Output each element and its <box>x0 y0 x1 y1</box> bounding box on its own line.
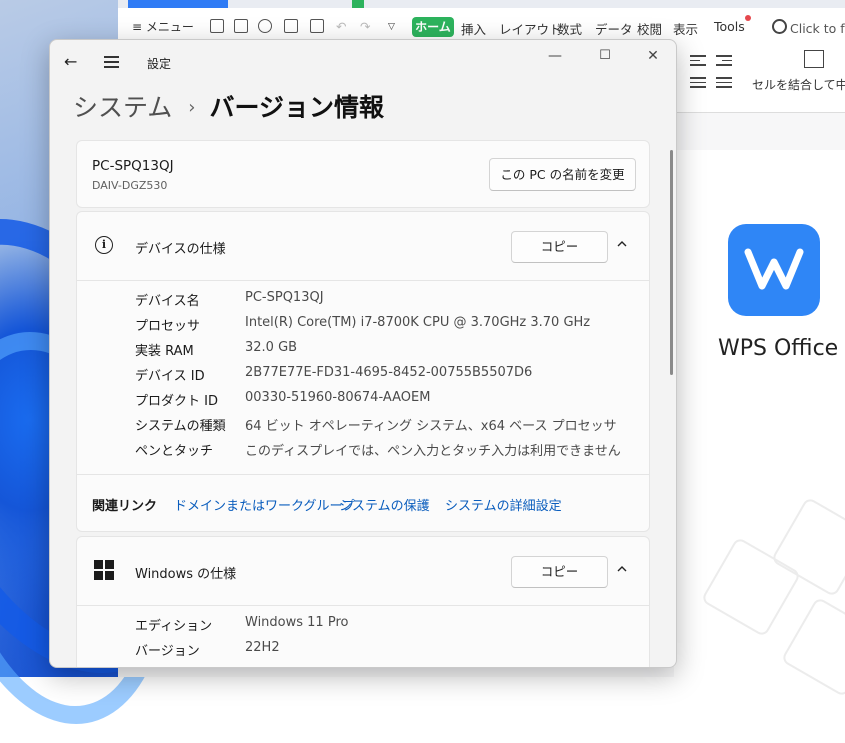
tab-review[interactable]: 校閲 <box>637 19 662 38</box>
notification-dot <box>745 15 751 21</box>
spec-label: プロセッサ <box>135 319 201 334</box>
settings-window[interactable]: ← 設定 — ☐ ✕ システム › バージョン情報 PC-SPQ13QJ DAIV-… <box>49 39 677 668</box>
windows-spec-card: Windows の仕様 コピー エディション Windows 11 Pro バー… <box>76 536 650 667</box>
chevron-up-icon[interactable] <box>617 239 627 249</box>
link-advanced-system-settings[interactable]: システムの詳細設定 <box>445 495 562 514</box>
spec-label: デバイス ID <box>135 369 205 384</box>
related-links-label: 関連リンク <box>92 499 158 514</box>
breadcrumb-parent[interactable]: システム <box>73 93 172 122</box>
info-icon: i <box>95 236 113 254</box>
search-icon <box>772 19 787 34</box>
title-bar[interactable]: ← 設定 — ☐ ✕ <box>50 40 676 84</box>
device-spec-title: デバイスの仕様 <box>135 242 226 257</box>
hamburger-menu-icon[interactable] <box>104 56 119 71</box>
wps-search-text: Click to f <box>790 21 845 36</box>
format-painter-icon[interactable] <box>258 19 272 33</box>
spec-value: Intel(R) Core(TM) i7-8700K CPU @ 3.70GHz… <box>245 315 591 330</box>
chevron-up-icon[interactable] <box>617 564 627 574</box>
rename-pc-button[interactable]: この PC の名前を変更 <box>489 158 636 191</box>
outdent-icon[interactable] <box>716 52 732 69</box>
spec-value: Windows 11 Pro <box>245 615 349 630</box>
spec-label: エディション <box>135 619 213 634</box>
back-arrow-icon[interactable]: ← <box>64 54 84 70</box>
spec-value: 64 ビット オペレーティング システム、x64 ベース プロセッサ <box>245 419 617 434</box>
spec-value: PC-SPQ13QJ <box>245 290 324 305</box>
open-folder-icon[interactable] <box>210 19 224 33</box>
device-spec-header[interactable]: i デバイスの仕様 コピー <box>77 212 649 281</box>
spec-value: 2B77E77E-FD31-4695-8452-00755B5507D6 <box>245 365 533 380</box>
spec-label: バージョン <box>135 644 200 659</box>
maximize-icon[interactable]: ☐ <box>590 48 620 63</box>
tab-layout[interactable]: レイアウト <box>499 19 562 38</box>
indent-icon[interactable] <box>690 52 706 69</box>
app-title: 設定 <box>147 57 172 71</box>
windows-logo-icon <box>94 560 114 580</box>
windows-spec-title: Windows の仕様 <box>135 567 237 582</box>
spec-label: 実装 RAM <box>135 344 194 359</box>
scrollbar[interactable] <box>670 150 673 375</box>
merge-center-label[interactable]: セルを結合して中央 <box>752 76 845 93</box>
print-preview-icon[interactable] <box>310 19 324 33</box>
link-domain-workgroup[interactable]: ドメインまたはワークグループ <box>174 495 355 514</box>
spec-value: 00330-51960-80674-AAOEM <box>245 390 431 405</box>
align-justify-icon[interactable] <box>716 74 732 91</box>
tab-home[interactable]: ホーム <box>412 17 454 37</box>
merge-center-icon[interactable] <box>804 50 824 68</box>
breadcrumb-separator: › <box>188 97 196 118</box>
pc-name: PC-SPQ13QJ <box>92 158 174 174</box>
spec-label: プロダクト ID <box>135 394 218 409</box>
tab-tools[interactable]: Tools <box>714 19 745 34</box>
link-system-protection[interactable]: システムの保護 <box>339 495 430 514</box>
wps-search[interactable]: Click to f <box>772 19 845 36</box>
spec-value: このディスプレイでは、ペン入力とタッチ入力は利用できません <box>245 444 621 459</box>
spec-label: ペンとタッチ <box>135 444 214 459</box>
pc-name-card: PC-SPQ13QJ DAIV-DGZ530 この PC の名前を変更 <box>76 140 650 208</box>
breadcrumb: システム › バージョン情報 <box>73 88 384 124</box>
pc-model: DAIV-DGZ530 <box>92 179 168 192</box>
tab-formulas[interactable]: 数式 <box>557 19 582 38</box>
related-links: 関連リンク ドメインまたはワークグループ システムの保護 システムの詳細設定 <box>77 474 649 533</box>
print-icon[interactable] <box>284 19 298 33</box>
wps-app-name: WPS Office <box>718 336 839 361</box>
align-center-icon[interactable] <box>690 74 706 91</box>
save-icon[interactable] <box>234 19 248 33</box>
device-spec-card: i デバイスの仕様 コピー デバイス名 PC-SPQ13QJ プロセッサ Int… <box>76 211 650 532</box>
wps-tab-strip <box>118 0 845 8</box>
tab-insert[interactable]: 挿入 <box>461 19 486 38</box>
tab-data[interactable]: データ <box>595 19 633 38</box>
redo-icon[interactable]: ↷ <box>360 19 370 34</box>
close-icon[interactable]: ✕ <box>638 48 668 64</box>
spec-label: システムの種類 <box>135 419 226 434</box>
undo-icon[interactable]: ↶ <box>336 19 346 34</box>
windows-spec-header[interactable]: Windows の仕様 コピー <box>77 537 649 606</box>
wps-active-doc-tab[interactable] <box>128 0 228 8</box>
spec-label: デバイス名 <box>135 294 200 309</box>
page-title: バージョン情報 <box>209 93 384 122</box>
wps-logo-icon <box>728 224 820 316</box>
copy-device-spec-button[interactable]: コピー <box>511 231 608 263</box>
tab-view[interactable]: 表示 <box>673 19 698 38</box>
wps-menu-button[interactable]: ≡ メニュー <box>132 18 194 35</box>
wps-sheet-tab[interactable] <box>352 0 364 8</box>
decorative-hexagon <box>780 596 845 698</box>
copy-windows-spec-button[interactable]: コピー <box>511 556 608 588</box>
spec-value: 32.0 GB <box>245 340 298 355</box>
minimize-icon[interactable]: — <box>540 48 570 64</box>
chevron-down-icon[interactable]: ▽ <box>388 22 395 32</box>
spec-value: 22H2 <box>245 640 280 655</box>
